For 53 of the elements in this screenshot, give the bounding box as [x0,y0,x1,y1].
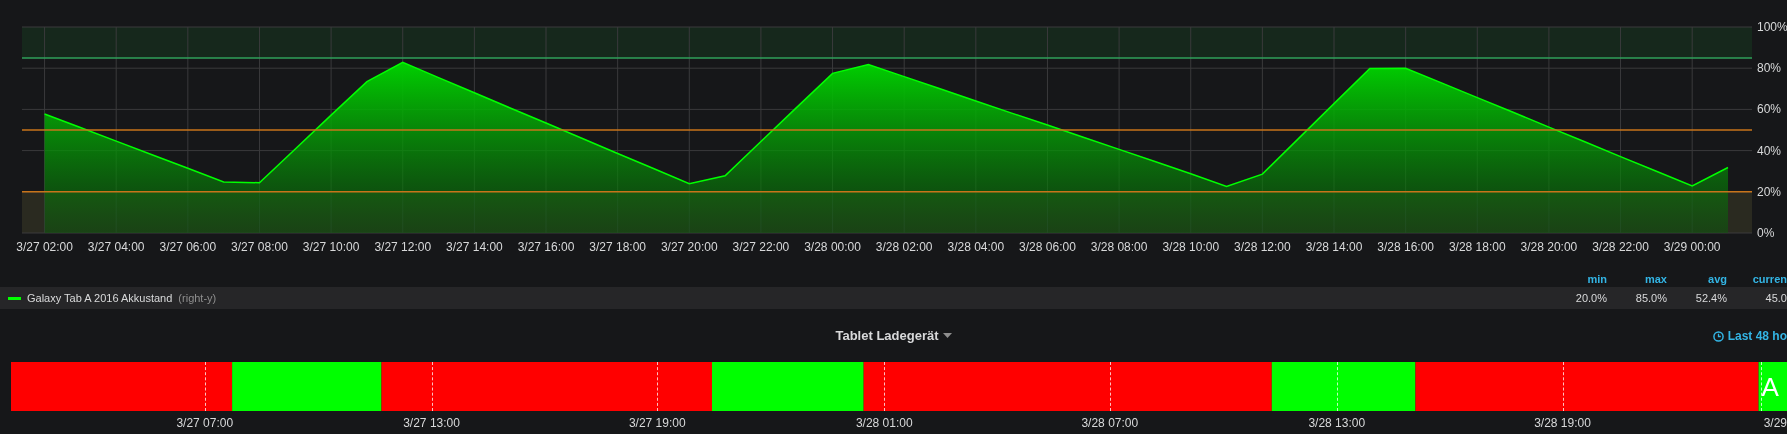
y-axis-label: 100% [1757,20,1787,34]
series-name[interactable]: Galaxy Tab A 2016 Akkustand [27,292,173,305]
y-axis-label: 40% [1757,143,1782,158]
x-axis-label: 3/27 14:00 [446,240,503,254]
x-axis-label: 3/28 14:00 [1305,240,1363,254]
x-axis-label: 3/28 22:00 [1592,240,1649,254]
legend-value: 85.0% [1634,292,1667,305]
y-axis-label: 0% [1757,226,1775,240]
legend-column-header[interactable]: min [1547,273,1607,286]
x-axis-label: 3/28 04:00 [947,240,1005,254]
x-axis-label: 3/27 22:00 [732,240,790,254]
legend-column-header[interactable]: avg [1667,273,1727,286]
time-axis-label: 3/27 07:00 [176,415,234,430]
x-axis-label: 3/28 10:00 [1162,240,1220,254]
x-axis-label: 3/28 08:00 [1090,240,1148,254]
x-axis-label: 3/27 06:00 [159,240,217,254]
clock-icon [1712,330,1724,342]
x-axis-label: 3/27 04:00 [87,240,145,254]
y-axis-label: 80% [1757,61,1782,76]
x-axis-label: 3/28 06:00 [1019,240,1076,254]
x-axis-label: 3/27 12:00 [374,240,432,254]
x-axis-label: 3/28 16:00 [1377,240,1434,254]
x-axis-label: 3/27 16:00 [517,240,575,254]
x-axis-label: 3/28 02:00 [875,240,933,254]
segment-label: A [1761,371,1779,402]
time-axis-label: 3/27 13:00 [403,415,460,430]
time-axis-label: 3/28 07:00 [1081,415,1139,430]
time-axis-label: 3/28 01:00 [855,415,913,430]
panel-title[interactable]: Tablet Ladegerät [835,328,939,344]
x-axis-label: 3/27 20:00 [660,240,718,254]
y-axis-label: 60% [1757,102,1782,117]
x-axis-label: 3/27 08:00 [231,240,288,254]
legend-value: 20.0% [1574,292,1607,305]
x-axis-label: 3/29 00:00 [1663,240,1721,254]
x-axis-label: 3/28 20:00 [1520,240,1578,254]
legend-value: 45.0 [1764,292,1787,305]
x-axis-label: 3/27 10:00 [302,240,360,254]
caret-icon[interactable] [942,333,952,339]
legend-column-header[interactable]: max [1607,273,1667,286]
series-axis-note: (right-y) [178,292,217,305]
time-axis-label: 3/28 13:00 [1308,415,1366,430]
x-axis-label: 3/28 00:00 [804,240,861,254]
x-axis-label: 3/27 18:00 [589,240,646,254]
time-axis-label: 3/27 19:00 [628,415,686,430]
x-axis-label: 3/27 02:00 [16,240,73,254]
legend-column-header[interactable]: curren [1727,273,1787,286]
y-axis-label: 20% [1757,184,1782,199]
x-axis-label: 3/28 12:00 [1234,240,1291,254]
time-axis-label: 3/29 [1763,415,1787,430]
legend-value: 52.4% [1694,292,1727,305]
x-axis-label: 3/28 18:00 [1448,240,1506,254]
time-axis-label: 3/28 19:00 [1534,415,1591,430]
time-range-link[interactable]: Last 48 ho [1712,329,1787,344]
